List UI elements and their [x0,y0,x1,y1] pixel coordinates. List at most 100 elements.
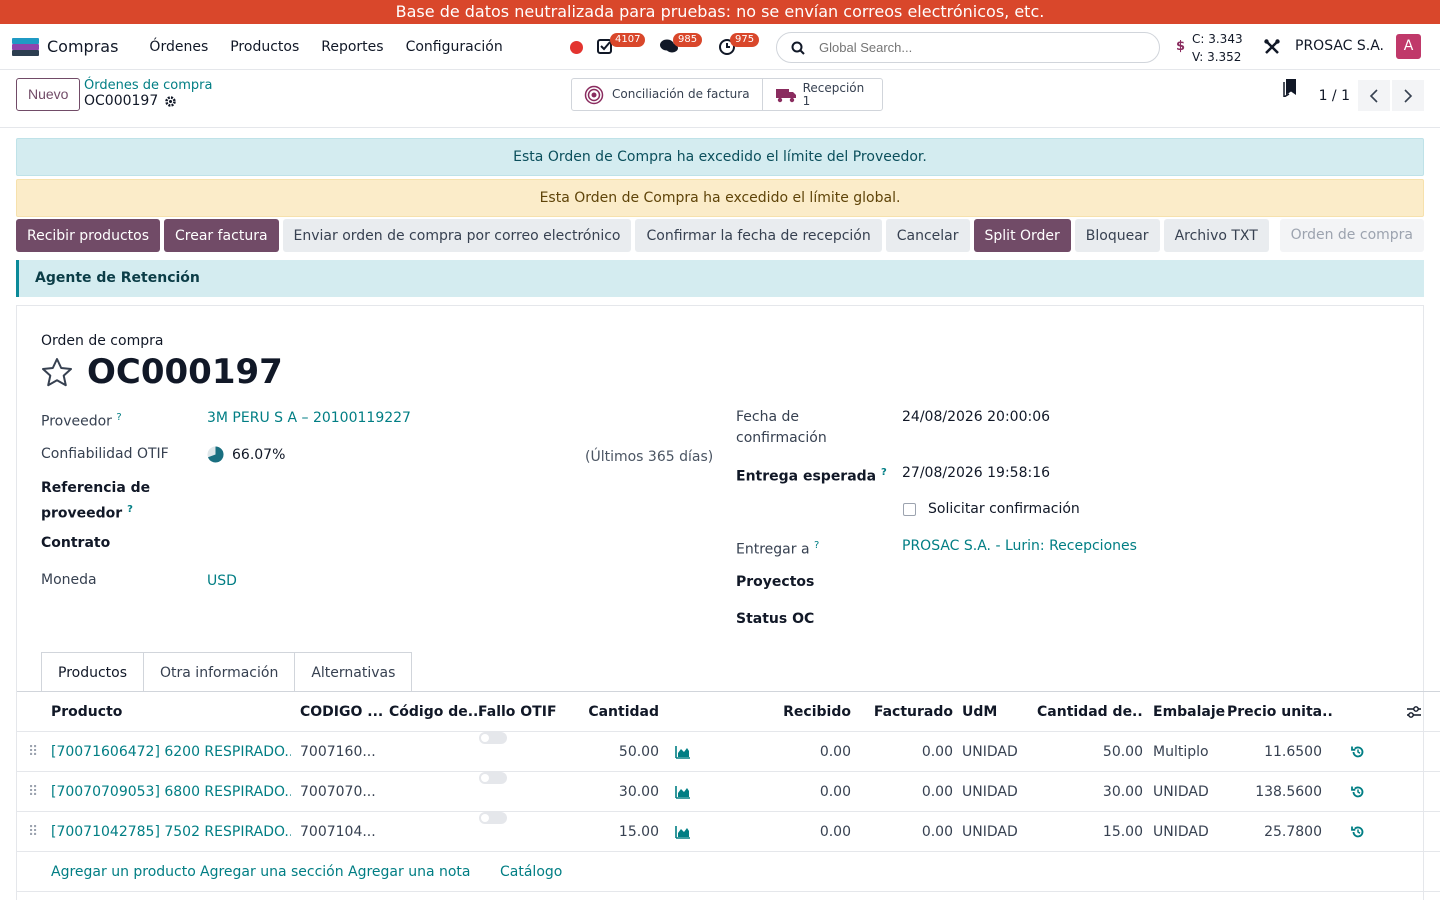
menu-reportes[interactable]: Reportes [310,39,394,55]
table-row[interactable]: ⠿ [70071042785] 7502 RESPIRADO... 700710… [17,812,1440,852]
invoice-reconciliation-label: Conciliación de factura [612,87,750,101]
forecast-chart-icon[interactable] [675,785,691,802]
bookmark-icon[interactable] [1282,77,1298,101]
line-product[interactable]: [70070709053] 6800 RESPIRADO... [51,772,291,812]
create-invoice-button[interactable]: Crear factura [164,219,279,252]
confirmation-date-field[interactable]: 24/08/2026 20:00:06 [902,409,1050,425]
menu-ordenes[interactable]: Órdenes [138,39,219,55]
messages-icon[interactable]: 985 [659,33,703,57]
txt-file-button[interactable]: Archivo TXT [1163,219,1269,252]
tab-otra-informacion[interactable]: Otra información [144,652,296,692]
forecast-chart-icon[interactable] [675,745,691,762]
table-row[interactable]: ⠿ [70070709053] 6800 RESPIRADO... 700707… [17,772,1440,812]
col-header-cantidad-de[interactable]: Cantidad de... [1037,692,1143,732]
catalog-link[interactable]: Catálogo [500,852,562,892]
ask-confirmation-label: Solicitar confirmación [928,501,1080,517]
col-header-fallo-otif[interactable]: Fallo OTIF [478,692,557,732]
line-product[interactable]: [70071606472] 6200 RESPIRADO... [51,732,291,772]
drag-handle-icon[interactable]: ⠿ [28,732,38,772]
debug-tools-icon[interactable] [1263,38,1281,56]
app-name[interactable]: Compras [47,37,118,56]
user-avatar[interactable]: A [1396,34,1421,59]
cancel-button[interactable]: Cancelar [885,219,970,252]
send-po-email-button[interactable]: Enviar orden de compra por correo electr… [282,219,632,252]
line-unit-price[interactable]: 138.5600 [1227,772,1322,812]
line-product[interactable]: [70071042785] 7502 RESPIRADO... [51,812,291,852]
drag-handle-icon[interactable]: ⠿ [28,772,38,812]
line-uom[interactable]: UNIDAD [962,732,1018,772]
tab-productos[interactable]: Productos [41,652,145,692]
ask-confirmation-checkbox[interactable] [903,503,916,516]
col-header-codigo-de[interactable]: Código de... [389,692,484,732]
otif-fail-toggle[interactable] [479,812,507,824]
line-packaging[interactable]: UNIDAD [1153,812,1209,852]
timer-icon[interactable]: 975 [718,33,760,57]
add-section-link[interactable]: Agregar una sección [200,852,344,892]
history-icon[interactable] [1351,745,1365,762]
record-indicator-icon[interactable] [570,41,583,54]
col-header-facturado[interactable]: Facturado [857,692,953,732]
line-packaging[interactable]: Multiplo [1153,732,1209,772]
global-search[interactable] [776,32,1160,63]
forecast-chart-icon[interactable] [675,825,691,842]
otif-field: 66.07% [207,446,285,463]
activities-icon[interactable]: 4107 [596,33,646,57]
new-button[interactable]: Nuevo [16,78,81,111]
line-quantity[interactable]: 15.00 [577,812,659,852]
line-code[interactable]: 7007104... [300,812,380,852]
col-header-codigo[interactable]: CODIGO ... [300,692,383,732]
col-header-embalaje[interactable]: Embalaje [1153,692,1225,732]
line-code[interactable]: 7007070... [300,772,380,812]
line-uom[interactable]: UNIDAD [962,772,1018,812]
gear-icon[interactable] [164,95,177,108]
history-icon[interactable] [1351,785,1365,802]
history-icon[interactable] [1351,825,1365,842]
currency-field[interactable]: USD [207,573,237,589]
company-switcher[interactable]: PROSAC S.A. [1295,38,1384,54]
exchange-rate-widget[interactable]: $ C: 3.343 V: 3.352 [1176,30,1243,66]
lock-button[interactable]: Bloquear [1074,219,1160,252]
col-header-cantidad[interactable]: Cantidad [577,692,659,732]
line-packaging[interactable]: UNIDAD [1153,772,1209,812]
add-note-link[interactable]: Agregar una nota [348,852,470,892]
confirm-reception-date-button[interactable]: Confirmar la fecha de recepción [635,219,882,252]
pager-value[interactable]: 1 / 1 [1319,88,1350,104]
menu-configuracion[interactable]: Configuración [395,39,514,55]
breadcrumb-parent-link[interactable]: Órdenes de compra [84,78,212,93]
table-row[interactable]: ⠿ [70071606472] 6200 RESPIRADO... 700716… [17,732,1440,772]
menu-productos[interactable]: Productos [219,39,310,55]
star-icon[interactable] [41,357,73,387]
status-stage-purchase-order[interactable]: Orden de compra [1279,219,1424,252]
line-packaging-qty[interactable]: 50.00 [1037,732,1143,772]
line-packaging-qty[interactable]: 30.00 [1037,772,1143,812]
add-product-link[interactable]: Agregar un producto [51,852,196,892]
otif-fail-toggle[interactable] [479,732,507,744]
col-header-udm[interactable]: UdM [962,692,997,732]
col-header-producto[interactable]: Producto [51,692,122,732]
invoice-reconciliation-button[interactable]: Conciliación de factura [572,79,763,110]
global-search-input[interactable] [819,40,1119,55]
line-code[interactable]: 7007160... [300,732,380,772]
pager-previous-button[interactable] [1358,80,1390,111]
expected-delivery-field[interactable]: 27/08/2026 19:58:16 [902,465,1050,481]
line-uom[interactable]: UNIDAD [962,812,1018,852]
pager-next-button[interactable] [1392,80,1424,111]
col-header-precio-unitario[interactable]: Precio unita... [1227,692,1332,732]
line-unit-price[interactable]: 11.6500 [1227,732,1322,772]
tab-alternativas[interactable]: Alternativas [295,652,413,692]
reception-button[interactable]: Recepción 1 [763,79,883,110]
receive-products-button[interactable]: Recibir productos [16,219,160,252]
drag-handle-icon[interactable]: ⠿ [28,812,38,852]
purchase-app-icon[interactable] [12,37,39,56]
otif-fail-toggle[interactable] [479,772,507,784]
split-order-button[interactable]: Split Order [973,219,1071,252]
col-header-recibido[interactable]: Recibido [757,692,851,732]
deliver-to-field[interactable]: PROSAC S.A. - Lurin: Recepciones [902,538,1137,554]
line-packaging-qty[interactable]: 15.00 [1037,812,1143,852]
line-quantity[interactable]: 30.00 [577,772,659,812]
supplier-field[interactable]: 3M PERU S A – 20100119227 [207,410,411,426]
optional-columns-icon[interactable] [1406,705,1422,722]
line-unit-price[interactable]: 25.7800 [1227,812,1322,852]
contract-label: Contrato [41,535,111,551]
line-quantity[interactable]: 50.00 [577,732,659,772]
